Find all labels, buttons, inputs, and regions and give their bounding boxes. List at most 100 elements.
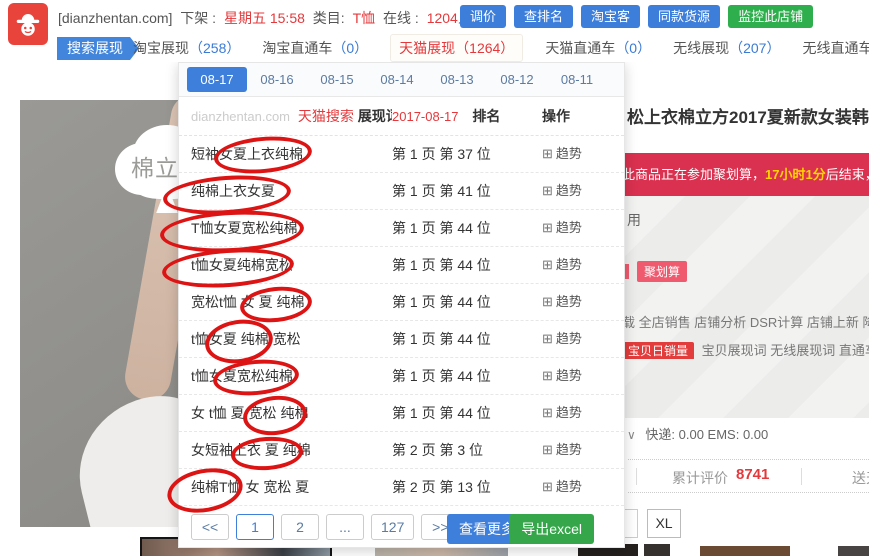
table-row: t恤女夏 纯棉 宽松 第 1 页 第 44 位 ⊞趋势 — [179, 321, 624, 358]
keyword-cell: t恤女夏宽松纯棉 — [191, 358, 392, 394]
thumbnail[interactable] — [700, 546, 790, 556]
action-col-header: 操作 — [542, 97, 612, 135]
trend-link[interactable]: ⊞趋势 — [542, 136, 612, 172]
daily-sales-badge[interactable]: 宝贝日销量 — [622, 342, 694, 359]
trend-link[interactable]: ⊞趋势 — [542, 321, 612, 357]
date-tab-08-11[interactable]: 08-11 — [547, 67, 607, 92]
keyword-cell: 女短袖上衣 夏 纯棉 — [191, 432, 392, 468]
cloud-trunk — [155, 197, 179, 213]
thumbnail[interactable] — [838, 546, 869, 556]
tool-links-row1[interactable]: 载 全店销售 店铺分析 DSR计算 店铺上新 降权 — [622, 312, 869, 331]
trend-link[interactable]: ⊞趋势 — [542, 469, 612, 505]
trend-link[interactable]: ⊞趋势 — [542, 284, 612, 320]
rating-count[interactable]: 8741 — [736, 466, 769, 483]
trend-expand-icon: ⊞ — [542, 331, 553, 346]
rank-cell: 第 1 页 第 44 位 — [392, 395, 542, 431]
page-ellipsis-button[interactable]: ... — [326, 514, 364, 540]
trend-link[interactable]: ⊞趋势 — [542, 247, 612, 283]
page-prev-button[interactable]: << — [191, 514, 229, 540]
shipping-text: 快递: 0.00 EMS: 0.00 — [645, 427, 768, 442]
rank-cell: 第 1 页 第 44 位 — [392, 247, 542, 283]
date-tabs: 08-17 08-16 08-15 08-14 08-13 08-12 08-1… — [179, 63, 624, 97]
product-title: 松上衣棉立方2017夏新款女装韩版 — [627, 103, 869, 128]
trend-expand-icon: ⊞ — [542, 442, 553, 457]
chevron-down-icon[interactable]: ∨ — [627, 428, 636, 442]
table-header: dianzhentan.com 天猫搜索 展现词 2017-08-17 排名 操… — [179, 97, 624, 136]
trend-link[interactable]: ⊞趋势 — [542, 210, 612, 246]
page-2-button[interactable]: 2 — [281, 514, 319, 540]
rank-cell: 第 1 页 第 44 位 — [392, 321, 542, 357]
tab-search-display[interactable]: 搜索展现 — [57, 37, 139, 60]
monitor-shop-button[interactable]: 监控此店铺 — [728, 5, 813, 28]
tool-links-row2: 宝贝日销量 宝贝展现词 无线展现词 直通车分 — [622, 340, 869, 359]
juhuasuan-banner: 此商品正在参加聚划算，17小时1分后结束，请 — [620, 153, 869, 196]
table-row: t恤女夏纯棉宽松 第 1 页 第 44 位 ⊞趋势 — [179, 247, 624, 284]
page-127-button[interactable]: 127 — [371, 514, 414, 540]
taobaoke-button[interactable]: 淘宝客 — [581, 5, 640, 28]
trend-expand-icon: ⊞ — [542, 220, 553, 235]
offshelf-label: 下架 : — [180, 10, 216, 26]
keyword-cell: t恤女夏 纯棉 宽松 — [191, 321, 392, 357]
table-row: T恤女夏宽松纯棉 第 1 页 第 44 位 ⊞趋势 — [179, 210, 624, 247]
promo-suffix: 后结束，请 — [826, 167, 869, 182]
tab-taobao-ztc[interactable]: 淘宝直通车（0） — [262, 38, 368, 58]
promo-image-texture — [620, 196, 869, 418]
date-tab-08-14[interactable]: 08-14 — [367, 67, 427, 92]
date-tab-08-15[interactable]: 08-15 — [307, 67, 367, 92]
trend-link[interactable]: ⊞趋势 — [542, 432, 612, 468]
shipping-info: ∨ 快递: 0.00 EMS: 0.00 — [627, 424, 768, 443]
same-source-button[interactable]: 同款货源 — [648, 5, 720, 28]
online-label: 在线 : — [383, 10, 419, 26]
rating-label: 累计评价 — [672, 468, 728, 488]
date-tab-08-13[interactable]: 08-13 — [427, 67, 487, 92]
rank-cell: 第 1 页 第 41 位 — [392, 173, 542, 209]
table-row: 纯棉上衣女夏 第 1 页 第 41 位 ⊞趋势 — [179, 173, 624, 210]
tool-links-row2-text[interactable]: 宝贝展现词 无线展现词 直通车分 — [702, 343, 869, 358]
badge-fragment — [625, 264, 629, 279]
thumbnail[interactable] — [644, 544, 670, 556]
date-tab-08-16[interactable]: 08-16 — [247, 67, 307, 92]
fee-text-fragment: 用 — [627, 210, 641, 230]
date-tab-08-17[interactable]: 08-17 — [187, 67, 247, 92]
export-excel-button[interactable]: 导出excel — [509, 514, 594, 544]
trend-link[interactable]: ⊞趋势 — [542, 395, 612, 431]
size-chip-xl[interactable]: XL — [647, 509, 681, 538]
screen: [dianzhentan.com] 下架 : 星期五 15:58 类目: T恤 … — [0, 0, 869, 556]
keyword-cell: 宽松t恤 女 夏 纯棉 — [191, 284, 392, 320]
trend-link[interactable]: ⊞趋势 — [542, 358, 612, 394]
trend-expand-icon: ⊞ — [542, 294, 553, 309]
check-rank-button[interactable]: 查排名 — [514, 5, 573, 28]
table-row: t恤女夏宽松纯棉 第 1 页 第 44 位 ⊞趋势 — [179, 358, 624, 395]
table-row: 女短袖上衣 夏 纯棉 第 2 页 第 3 位 ⊞趋势 — [179, 432, 624, 469]
juhuasuan-badge[interactable]: 聚划算 — [637, 261, 687, 282]
pagination-bar: << 1 2 ... 127 >> 查看更多 导出excel — [179, 506, 624, 552]
tab-tmall-ztc[interactable]: 天猫直通车（0） — [545, 38, 651, 58]
tab-wireless-display[interactable]: 无线展现（207） — [673, 38, 780, 58]
trend-expand-icon: ⊞ — [542, 405, 553, 420]
keyword-cell: 短袖女夏上衣纯棉 — [191, 136, 392, 172]
vertical-divider — [636, 468, 637, 485]
tab-wireless-ztc[interactable]: 无线直通车（0） — [802, 38, 869, 58]
adjust-price-button[interactable]: 调价 — [460, 5, 506, 28]
trend-link[interactable]: ⊞趋势 — [542, 173, 612, 209]
category-value: T恤 — [353, 10, 376, 26]
table-row: 纯棉T恤 女 宽松 夏 第 2 页 第 13 位 ⊞趋势 — [179, 469, 624, 506]
page-1-button[interactable]: 1 — [236, 514, 274, 540]
trend-expand-icon: ⊞ — [542, 368, 553, 383]
tab-taobao-display[interactable]: 淘宝展现（258） — [133, 38, 240, 58]
tab-tmall-display[interactable]: 天猫展现（1264） — [390, 34, 523, 62]
keyword-col-header: 展现词 — [358, 108, 392, 124]
rank-col-header: 排名 — [472, 108, 500, 124]
offshelf-value: 星期五 15:58 — [224, 10, 305, 26]
date-tab-08-12[interactable]: 08-12 — [487, 67, 547, 92]
nav-tabs-row: 搜索展现 淘宝展现（258） 淘宝直通车（0） 天猫展现（1264） 天猫直通车… — [0, 33, 869, 62]
keyword-rank-popup: 08-17 08-16 08-15 08-14 08-13 08-12 08-1… — [178, 62, 625, 548]
rank-cell: 第 1 页 第 44 位 — [392, 284, 542, 320]
watermark-brand: dianzhentan.com — [191, 109, 290, 124]
topbar: [dianzhentan.com] 下架 : 星期五 15:58 类目: T恤 … — [0, 0, 869, 33]
keyword-cell: 纯棉T恤 女 宽松 夏 — [191, 469, 392, 505]
table-row: 短袖女夏上衣纯棉 第 1 页 第 37 位 ⊞趋势 — [179, 136, 624, 173]
keyword-cell: t恤女夏纯棉宽松 — [191, 247, 392, 283]
rank-cell: 第 1 页 第 44 位 — [392, 358, 542, 394]
detective-logo-icon[interactable] — [8, 3, 48, 45]
